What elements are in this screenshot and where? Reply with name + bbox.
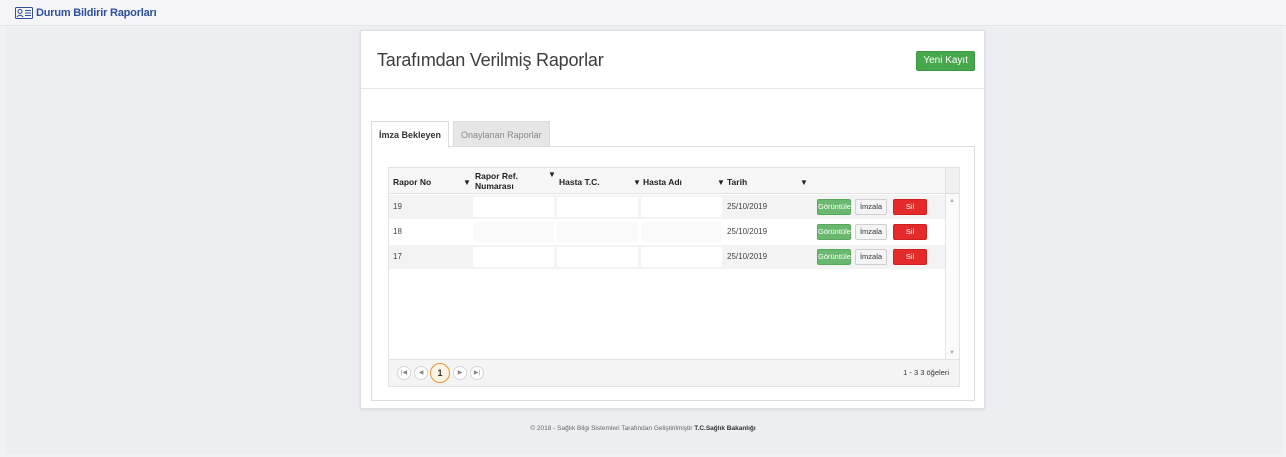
card-header: Tarafımdan Verilmiş Raporlar Yeni Kayıt <box>361 31 984 89</box>
current-page-button[interactable]: 1 <box>430 363 450 383</box>
sign-button[interactable]: İmzala <box>855 249 887 265</box>
footer-text: © 2018 - Sağlık Bilgi Sistemleri Tarafın… <box>530 425 693 432</box>
grid-rows: 19 25/10/2019 Görüntüle İmzala Sil 18 25… <box>389 195 946 270</box>
filter-icon[interactable]: ▼ <box>548 170 556 179</box>
column-header-hasta-adi[interactable]: Hasta Adı ▼ <box>641 168 725 194</box>
column-header-tarih[interactable]: Tarih ▼ <box>725 168 809 194</box>
table-row[interactable]: 17 25/10/2019 Görüntüle İmzala Sil <box>389 245 946 269</box>
filter-icon[interactable]: ▼ <box>463 178 471 187</box>
cell-tarih: 25/10/2019 <box>727 227 768 236</box>
sign-button[interactable]: İmzala <box>855 224 887 240</box>
redacted-cell <box>557 222 638 242</box>
delete-button[interactable]: Sil <box>893 249 927 265</box>
redacted-cell <box>641 197 722 217</box>
cell-tarih: 25/10/2019 <box>727 252 768 261</box>
page-title: Tarafımdan Verilmiş Raporlar <box>377 50 604 70</box>
redacted-cell <box>641 247 722 267</box>
delete-button[interactable]: Sil <box>893 224 927 240</box>
filter-icon[interactable]: ▼ <box>633 178 641 187</box>
footer: © 2018 - Sağlık Bilgi Sistemleri Tarafın… <box>0 425 1286 432</box>
first-page-icon[interactable]: |◀ <box>397 366 411 380</box>
cell-rapor-no: 19 <box>393 202 402 211</box>
tab-awaiting-signature[interactable]: İmza Bekleyen <box>371 121 450 148</box>
column-header-hasta-tc[interactable]: Hasta T.C. ▼ <box>557 168 641 194</box>
table-row[interactable]: 18 25/10/2019 Görüntüle İmzala Sil <box>389 220 946 244</box>
delete-button[interactable]: Sil <box>893 199 927 215</box>
redacted-cell <box>473 247 554 267</box>
grid-pager: |◀ ◀ 1 ▶ ▶| 1 - 3 3 öğeleri <box>389 359 959 386</box>
filter-icon[interactable]: ▼ <box>717 178 725 187</box>
column-label: Tarih <box>727 177 748 187</box>
column-label: Rapor Ref. <box>475 171 518 181</box>
view-button[interactable]: Görüntüle <box>817 224 851 240</box>
tab-strip: İmza Bekleyen Onaylanan Raporlar <box>371 121 550 148</box>
column-header-rapor-ref[interactable]: Rapor Ref. Numarası ▼ <box>473 168 557 194</box>
reports-grid: Rapor No ▼ Rapor Ref. Numarası ▼ Hasta T… <box>388 167 960 387</box>
redacted-cell <box>557 197 638 217</box>
contact-card-icon <box>15 6 33 19</box>
last-page-icon[interactable]: ▶| <box>470 366 484 380</box>
top-bar: Durum Bildirir Raporları <box>0 0 1286 26</box>
redacted-cell <box>473 222 554 242</box>
redacted-cell <box>557 247 638 267</box>
column-label: Hasta T.C. <box>559 177 600 187</box>
app-brand-link[interactable]: Durum Bildirir Raporları <box>15 6 157 19</box>
scrollbar-thumb[interactable] <box>946 168 959 194</box>
column-label: Numarası <box>475 181 514 191</box>
view-button[interactable]: Görüntüle <box>817 199 851 215</box>
cell-rapor-no: 18 <box>393 227 402 236</box>
vertical-scrollbar[interactable]: ▲ ▼ <box>945 168 959 360</box>
footer-owner: T.C.Sağlık Bakanlığı <box>694 425 756 432</box>
column-label: Rapor No <box>393 177 432 187</box>
previous-page-icon[interactable]: ◀ <box>414 366 428 380</box>
column-header-rapor-no[interactable]: Rapor No ▼ <box>393 168 473 194</box>
cell-rapor-no: 17 <box>393 252 402 261</box>
reports-card: Tarafımdan Verilmiş Raporlar Yeni Kayıt … <box>360 30 985 409</box>
filter-icon[interactable]: ▼ <box>800 178 808 187</box>
tab-approved-reports[interactable]: Onaylanan Raporlar <box>453 121 550 147</box>
redacted-cell <box>641 222 722 242</box>
column-label: Hasta Adı <box>643 177 682 187</box>
scroll-down-icon[interactable]: ▼ <box>949 350 955 356</box>
cell-tarih: 25/10/2019 <box>727 202 768 211</box>
tab-panel: Rapor No ▼ Rapor Ref. Numarası ▼ Hasta T… <box>371 146 975 401</box>
redacted-cell <box>473 197 554 217</box>
new-record-button[interactable]: Yeni Kayıt <box>916 51 975 71</box>
next-page-icon[interactable]: ▶ <box>453 366 467 380</box>
view-button[interactable]: Görüntüle <box>817 249 851 265</box>
pager-info: 1 - 3 3 öğeleri <box>903 368 949 377</box>
table-row[interactable]: 19 25/10/2019 Görüntüle İmzala Sil <box>389 195 946 219</box>
grid-header: Rapor No ▼ Rapor Ref. Numarası ▼ Hasta T… <box>389 168 946 194</box>
sign-button[interactable]: İmzala <box>855 199 887 215</box>
app-title[interactable]: Durum Bildirir Raporları <box>36 7 157 19</box>
scroll-up-icon[interactable]: ▲ <box>949 198 955 204</box>
